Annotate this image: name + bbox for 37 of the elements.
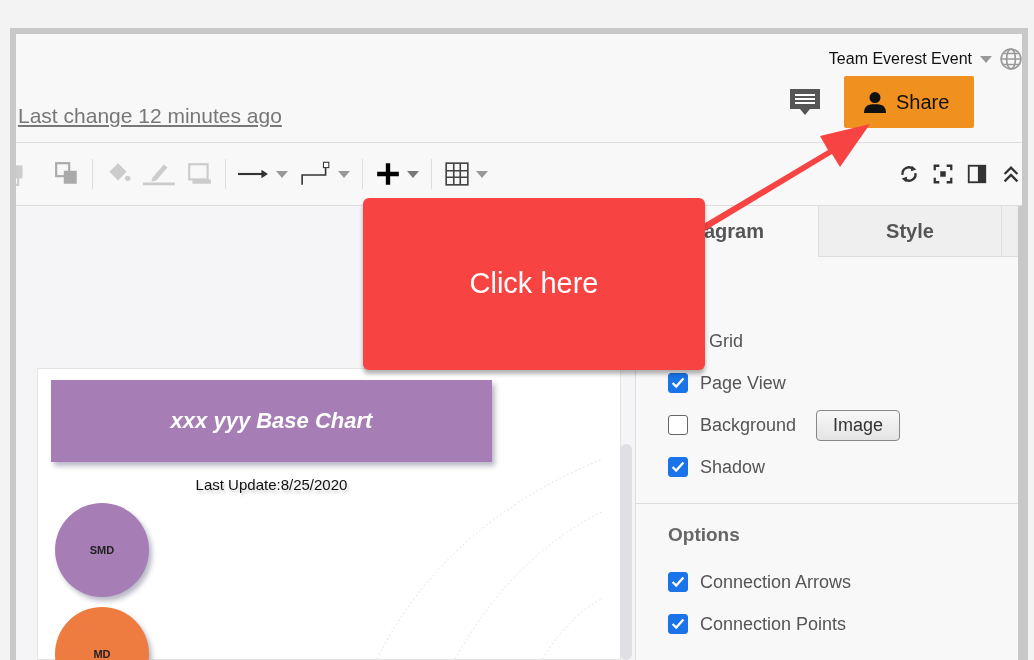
section-heading: Options	[668, 524, 741, 546]
fit-page-icon[interactable]	[932, 163, 954, 185]
person-icon	[864, 91, 886, 113]
team-name[interactable]: Team Everest Event	[828, 50, 972, 68]
node-circle: MD	[55, 607, 149, 660]
option-label[interactable]: Page View	[700, 372, 786, 394]
option-label[interactable]: Grid	[709, 330, 743, 352]
last-update-text: Last Update:8/25/2020	[194, 476, 349, 493]
caret-icon[interactable]	[338, 170, 350, 178]
caret-icon[interactable]	[476, 170, 488, 178]
scrollbar[interactable]	[620, 444, 632, 660]
panel-toggle-icon[interactable]	[966, 163, 988, 185]
plus-icon[interactable]	[375, 161, 401, 187]
node-circle: SMD	[55, 503, 149, 597]
callout-text: Click here	[469, 266, 599, 300]
globe-icon[interactable]	[1000, 48, 1022, 70]
option-label[interactable]: Connection Points	[700, 613, 847, 635]
caret-icon[interactable]	[407, 170, 419, 178]
image-button[interactable]: Image	[816, 409, 901, 441]
checkbox[interactable]	[668, 373, 688, 393]
caret-icon[interactable]	[980, 55, 992, 63]
table-icon[interactable]	[444, 161, 470, 187]
share-button[interactable]: Share	[844, 76, 974, 128]
last-change-link[interactable]: Last change 12 minutes ago	[18, 104, 282, 128]
checkbox[interactable]	[668, 614, 688, 634]
caret-icon[interactable]	[276, 170, 288, 178]
checkbox[interactable]	[668, 572, 688, 592]
waypoint-connector-icon[interactable]	[300, 161, 332, 187]
panel-tab[interactable]: Style	[818, 206, 1001, 257]
checkbox[interactable]	[668, 415, 688, 435]
checkbox[interactable]	[668, 457, 688, 477]
refresh-icon[interactable]	[898, 163, 920, 185]
chart-title: xxx yyy Base Chart	[170, 408, 373, 434]
option-label[interactable]: Shadow	[700, 456, 766, 478]
comment-icon[interactable]	[788, 87, 822, 117]
option-label[interactable]: Background	[700, 414, 797, 436]
option-label[interactable]: Connection Arrows	[700, 571, 852, 593]
